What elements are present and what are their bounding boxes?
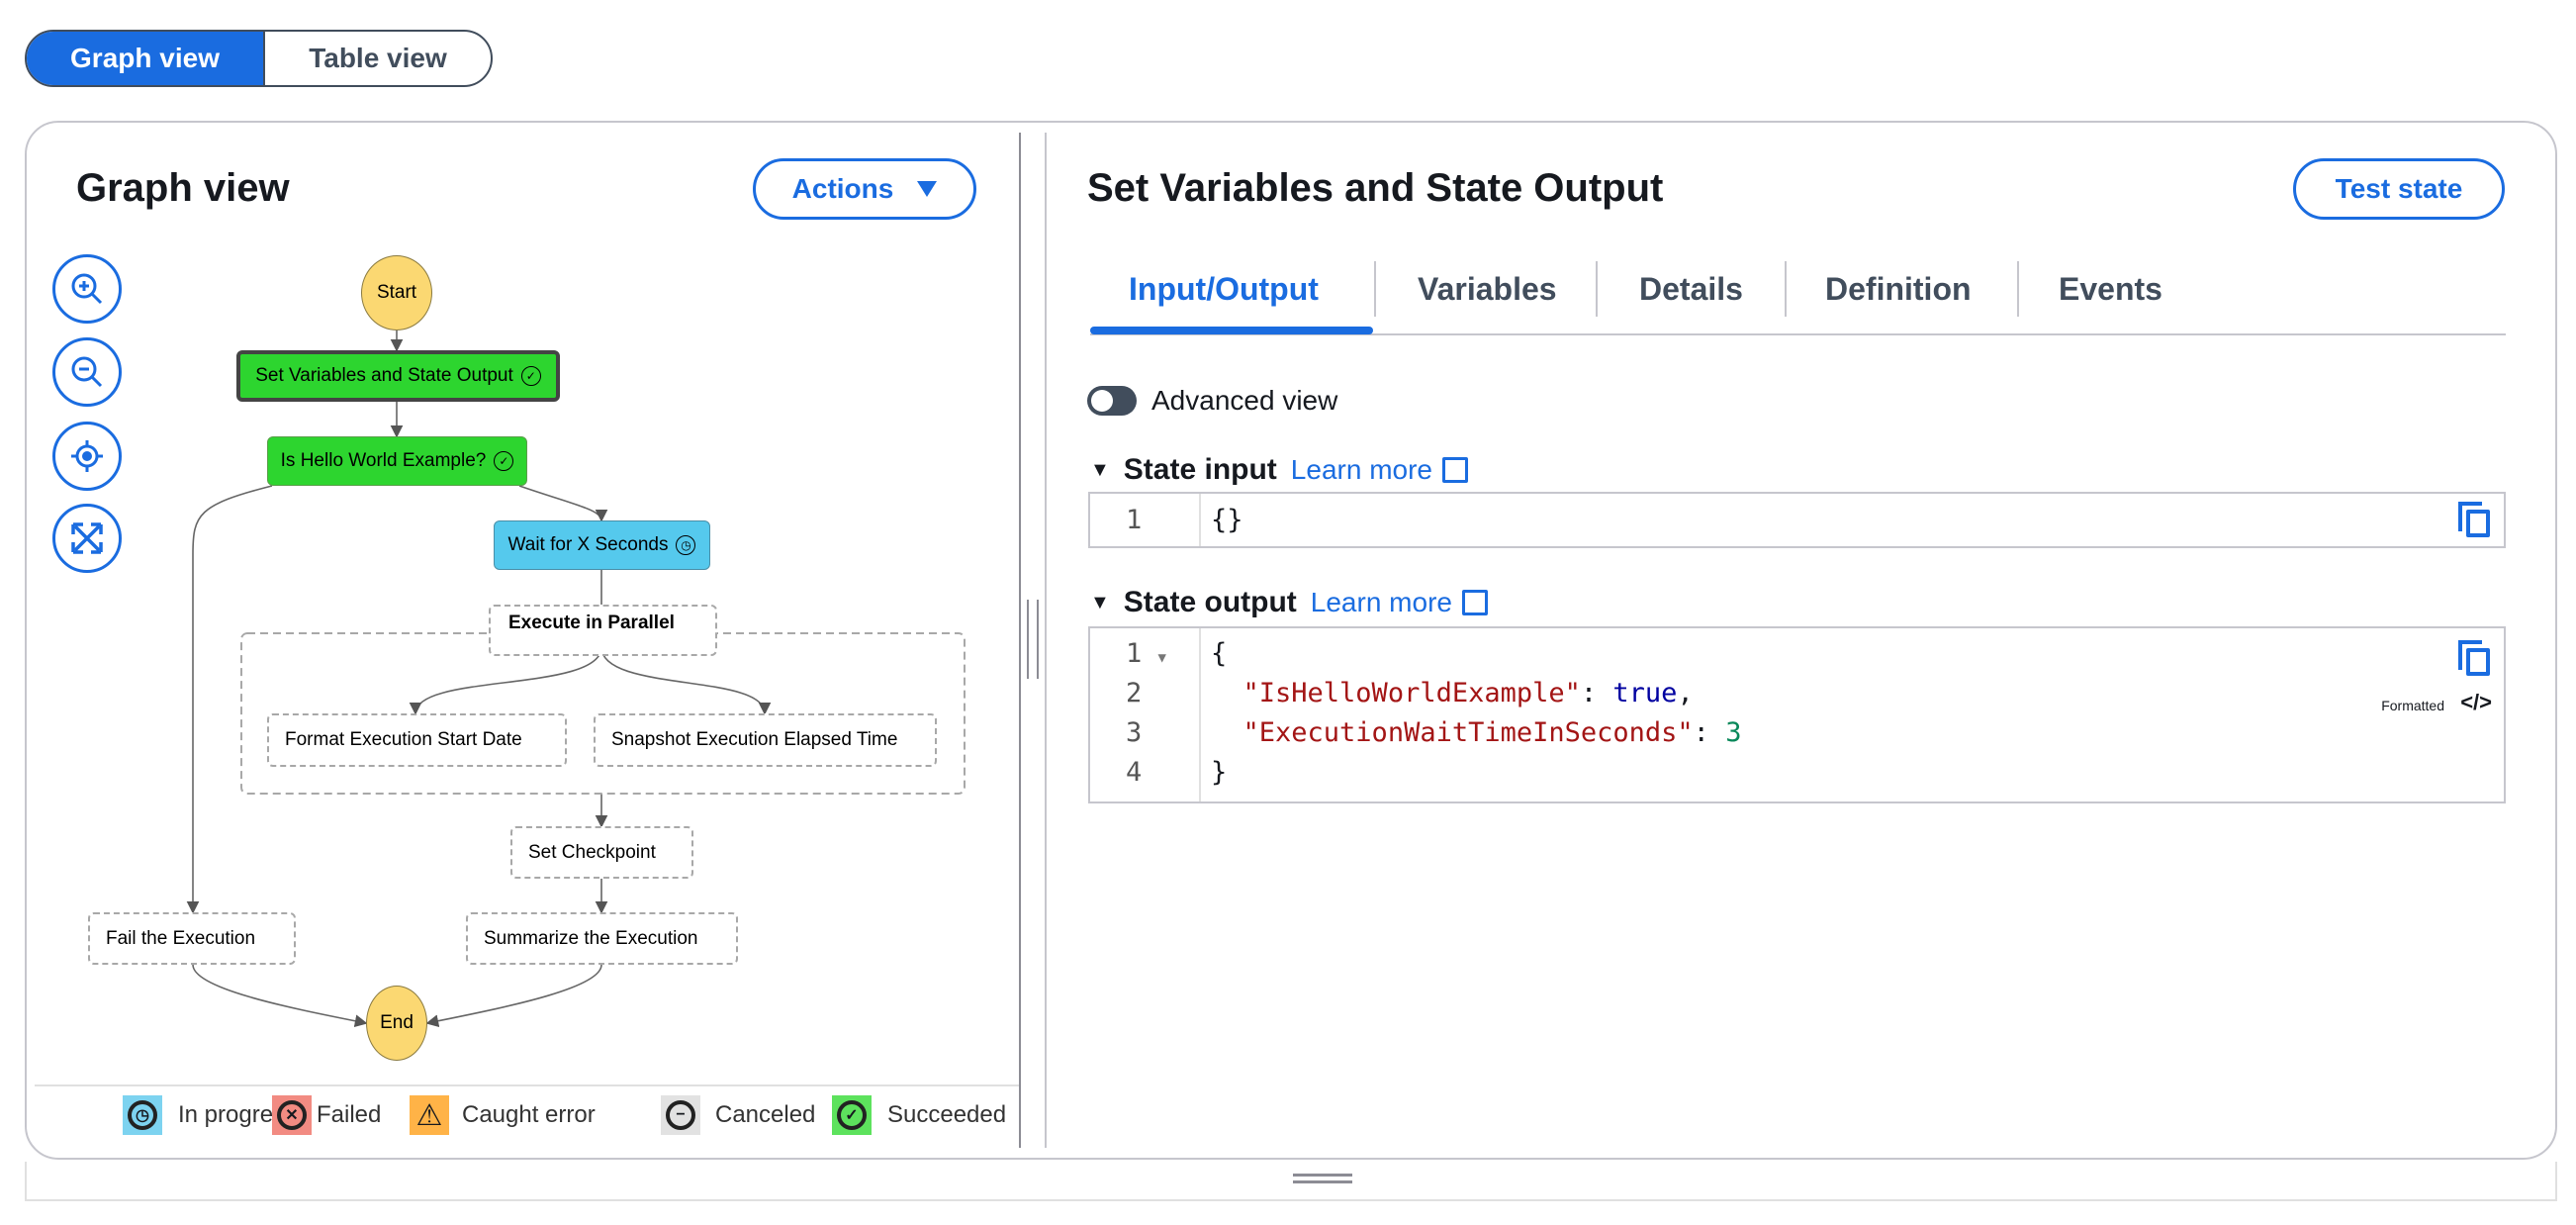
line-number: 2 <box>1126 678 1143 708</box>
edge-ishello-wait <box>518 485 608 522</box>
tab-separator <box>1374 261 1376 317</box>
copy-icon[interactable] <box>2458 502 2490 537</box>
code-line: { <box>1211 638 1228 669</box>
format-label: Formatted <box>2381 698 2444 713</box>
clock-icon: ◷ <box>676 535 696 555</box>
panel-divider <box>1019 133 1021 1148</box>
external-link-icon <box>1441 457 1468 483</box>
caret-down-icon: ▼ <box>1090 591 1110 613</box>
check-icon: ✓ <box>520 366 541 386</box>
state-output-header[interactable]: ▼ State output Learn more <box>1090 586 1488 619</box>
state-output-heading: State output <box>1123 586 1297 618</box>
test-state-button[interactable]: Test state <box>2293 158 2505 220</box>
resize-handle[interactable] <box>1027 600 1039 679</box>
warning-icon: ⚠ <box>410 1095 449 1135</box>
caret-down-icon: ▼ <box>1090 458 1110 481</box>
copy-icon[interactable] <box>2458 640 2490 676</box>
tab-separator <box>1596 261 1598 317</box>
state-output-editor[interactable]: 1 ▼ 2 3 4 { "IsHelloWorldExample": true,… <box>1088 626 2506 803</box>
node-is-hello-world[interactable]: Is Hello World Example? ✓ <box>267 436 527 486</box>
node-set-variables[interactable]: Set Variables and State Output ✓ <box>236 350 560 402</box>
node-fail[interactable]: Fail the Execution <box>88 912 296 965</box>
node-wait[interactable]: Wait for X Seconds ◷ <box>494 520 710 570</box>
edge-ishello-fail <box>186 485 273 914</box>
node-label: Is Hello World Example? <box>280 450 487 471</box>
advanced-view-toggle[interactable] <box>1087 386 1137 416</box>
line-number: 3 <box>1126 717 1143 748</box>
drag-handle-icon[interactable] <box>1293 1174 1352 1183</box>
tab-variables[interactable]: Variables <box>1418 271 1557 308</box>
bottom-resize-bar[interactable] <box>25 1162 2557 1201</box>
check-icon: ✓ <box>494 451 514 471</box>
legend-divider <box>35 1084 1019 1086</box>
line-gutter <box>1090 494 1201 546</box>
advanced-view-label: Advanced view <box>1151 385 1338 416</box>
start-node[interactable]: Start <box>361 255 432 330</box>
legend-canceled: Canceled <box>715 1101 816 1128</box>
state-output-learn-more[interactable]: Learn more <box>1311 587 1488 618</box>
active-tab-indicator <box>1090 327 1373 334</box>
edge-fail-end <box>192 964 368 1028</box>
state-input-editor[interactable]: 1 {} <box>1088 492 2506 548</box>
external-link-icon <box>1461 590 1488 615</box>
node-snapshot[interactable]: Snapshot Execution Elapsed Time <box>594 713 937 767</box>
code-line: "ExecutionWaitTimeInSeconds": 3 <box>1242 717 1742 748</box>
state-input-heading: State input <box>1123 453 1277 486</box>
node-label: Set Variables and State Output <box>255 365 513 386</box>
line-number: 1 ▼ <box>1126 638 1166 669</box>
node-format-date[interactable]: Format Execution Start Date <box>267 713 567 767</box>
json-key: "ExecutionWaitTimeInSeconds" <box>1242 717 1694 748</box>
line-number: 1 <box>1126 505 1143 535</box>
edge-parallel-snapshot <box>600 646 772 715</box>
learn-more-text: Learn more <box>1290 454 1432 485</box>
edge-parallel-format <box>409 646 602 715</box>
node-label: Wait for X Seconds <box>507 534 669 555</box>
tab-separator <box>2017 261 2019 317</box>
state-input-learn-more[interactable]: Learn more <box>1291 454 1468 486</box>
json-value: 3 <box>1725 717 1742 748</box>
succeeded-icon: ✓ <box>832 1095 872 1135</box>
json-key: "IsHelloWorldExample" <box>1242 678 1581 708</box>
node-set-checkpoint[interactable]: Set Checkpoint <box>510 826 693 879</box>
tab-events[interactable]: Events <box>2059 271 2162 308</box>
tab-details[interactable]: Details <box>1639 271 1743 308</box>
json-value: true <box>1612 678 1678 708</box>
tab-separator <box>1785 261 1787 317</box>
node-execute-parallel[interactable]: Execute in Parallel <box>489 605 717 656</box>
legend-failed: Failed <box>317 1101 382 1128</box>
edge-summarize-end <box>425 964 602 1028</box>
end-node[interactable]: End <box>366 986 427 1061</box>
in-progress-icon: ◷ <box>123 1095 162 1135</box>
failed-icon: ✕ <box>272 1095 312 1135</box>
learn-more-text: Learn more <box>1310 587 1452 617</box>
code-line: } <box>1211 757 1228 788</box>
state-title: Set Variables and State Output <box>1087 166 1664 210</box>
legend-succeeded: Succeeded <box>887 1101 1007 1128</box>
code-line: "IsHelloWorldExample": true, <box>1242 678 1694 708</box>
code-line: {} <box>1211 505 1243 535</box>
line-number: 4 <box>1126 757 1143 788</box>
code-format-icon[interactable]: </> <box>2460 690 2492 715</box>
legend-caught-error: Caught error <box>462 1101 596 1128</box>
state-input-header[interactable]: ▼ State input Learn more <box>1090 453 1468 487</box>
canceled-icon: − <box>661 1095 700 1135</box>
tab-definition[interactable]: Definition <box>1825 271 1972 308</box>
tab-input-output[interactable]: Input/Output <box>1129 271 1319 308</box>
panel-divider-right <box>1045 133 1047 1148</box>
node-summarize[interactable]: Summarize the Execution <box>466 912 738 965</box>
